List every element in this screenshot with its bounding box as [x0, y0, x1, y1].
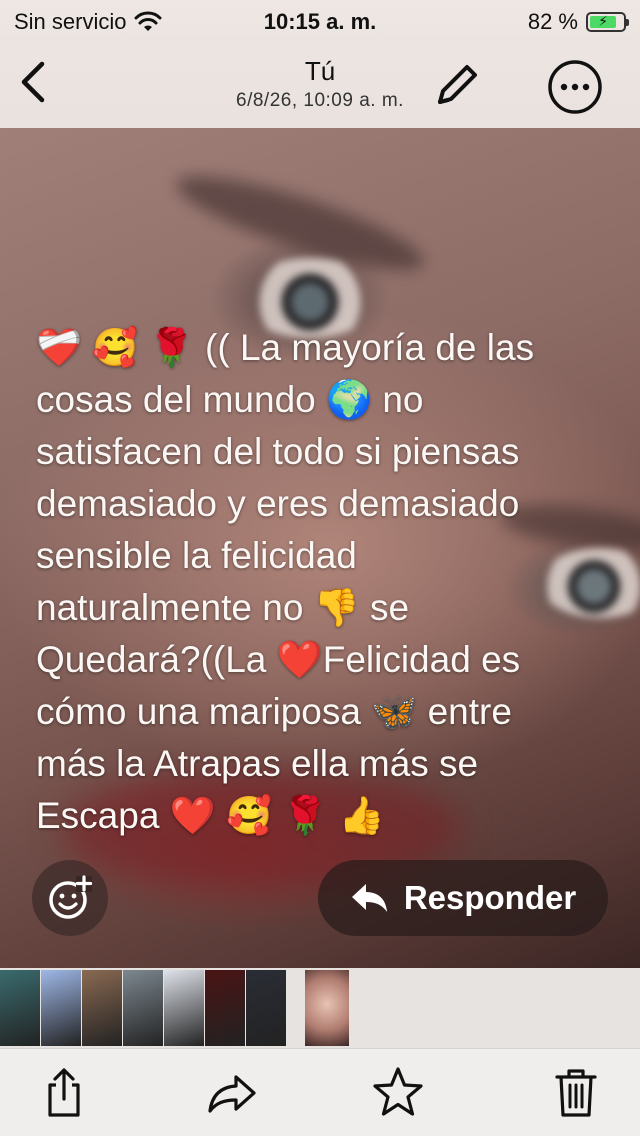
bottom-toolbar [0, 1048, 640, 1136]
thumbnail-back-tattoo[interactable] [82, 970, 122, 1046]
thumbnail-face-selected[interactable] [305, 970, 349, 1046]
battery-level-fill: ⚡ [590, 13, 617, 29]
trash-icon[interactable] [548, 1065, 604, 1121]
battery-icon: ⚡ [586, 12, 629, 32]
reply-arrow-icon [351, 884, 387, 912]
thumbnail-car[interactable] [0, 970, 40, 1046]
photo-overlay-text: ❤️‍🩹 🥰 🌹 (( La mayoría de las cosas del … [36, 327, 535, 836]
carrier-label: Sin servicio [14, 9, 127, 34]
thumbnail-roses[interactable] [205, 970, 245, 1046]
smiley-plus-icon [49, 875, 93, 919]
thumbnail-screenshot-text[interactable] [164, 970, 204, 1046]
favorite-star-icon[interactable] [370, 1065, 426, 1121]
reply-label: Responder [403, 879, 577, 916]
battery-percent: 82 % [527, 9, 578, 34]
charging-bolt-icon: ⚡ [598, 13, 609, 29]
wifi-icon [134, 11, 162, 31]
status-left: Sin servicio [14, 9, 162, 35]
edit-pencil-icon[interactable] [430, 58, 482, 110]
more-options-icon[interactable] [546, 58, 604, 116]
thumbnail-strip[interactable] [0, 968, 640, 1048]
share-icon[interactable] [36, 1065, 92, 1121]
forward-icon[interactable] [204, 1065, 260, 1121]
add-reaction-button[interactable] [32, 860, 108, 936]
status-bar: Sin servicio 10:15 a. m. 82 % ⚡ [0, 0, 640, 44]
thumbnail-screenshot-chat[interactable] [41, 970, 81, 1046]
thumbnail-room[interactable] [123, 970, 163, 1046]
navigation-bar: Tú 6/8/26, 10:09 a. m. [0, 44, 640, 128]
status-right: 82 % ⚡ [527, 9, 629, 35]
reply-button[interactable]: Responder [318, 860, 608, 936]
back-chevron-icon[interactable] [14, 58, 54, 106]
thumbnail-statue[interactable] [246, 970, 286, 1046]
